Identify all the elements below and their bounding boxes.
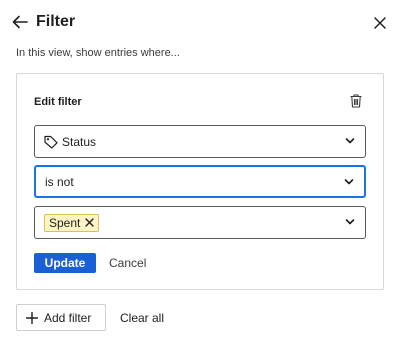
delete-filter-button[interactable] bbox=[348, 92, 364, 110]
edit-filter-title: Edit filter bbox=[34, 96, 82, 108]
update-button[interactable]: Update bbox=[34, 253, 96, 273]
remove-chip-icon[interactable] bbox=[85, 218, 95, 227]
close-icon bbox=[374, 17, 386, 29]
close-button[interactable] bbox=[371, 14, 389, 32]
field-select-value: Status bbox=[62, 134, 97, 149]
cancel-button[interactable]: Cancel bbox=[109, 253, 146, 273]
chevron-down-icon bbox=[344, 179, 354, 185]
add-filter-button[interactable]: Add filter bbox=[16, 304, 106, 331]
arrow-left-icon bbox=[12, 15, 28, 29]
back-button[interactable] bbox=[10, 13, 30, 31]
tag-icon bbox=[44, 135, 58, 149]
value-chip-label: Spent bbox=[49, 215, 81, 230]
edit-filter-panel: Edit filter Status is not Spent Update C… bbox=[16, 73, 384, 290]
chevron-down-icon bbox=[345, 138, 355, 144]
operator-select-value: is not bbox=[45, 174, 74, 189]
page-title: Filter bbox=[36, 13, 76, 30]
filter-header: Filter bbox=[0, 0, 400, 44]
trash-icon bbox=[350, 94, 362, 108]
value-chip: Spent bbox=[44, 213, 100, 232]
field-select[interactable]: Status bbox=[34, 125, 366, 158]
chevron-down-icon bbox=[345, 219, 355, 225]
plus-icon bbox=[26, 311, 38, 324]
add-filter-label: Add filter bbox=[44, 310, 92, 325]
clear-all-button[interactable]: Clear all bbox=[120, 304, 164, 331]
operator-select[interactable]: is not bbox=[34, 165, 366, 198]
value-select[interactable]: Spent bbox=[34, 206, 366, 239]
filter-description: In this view, show entries where... bbox=[16, 47, 180, 59]
